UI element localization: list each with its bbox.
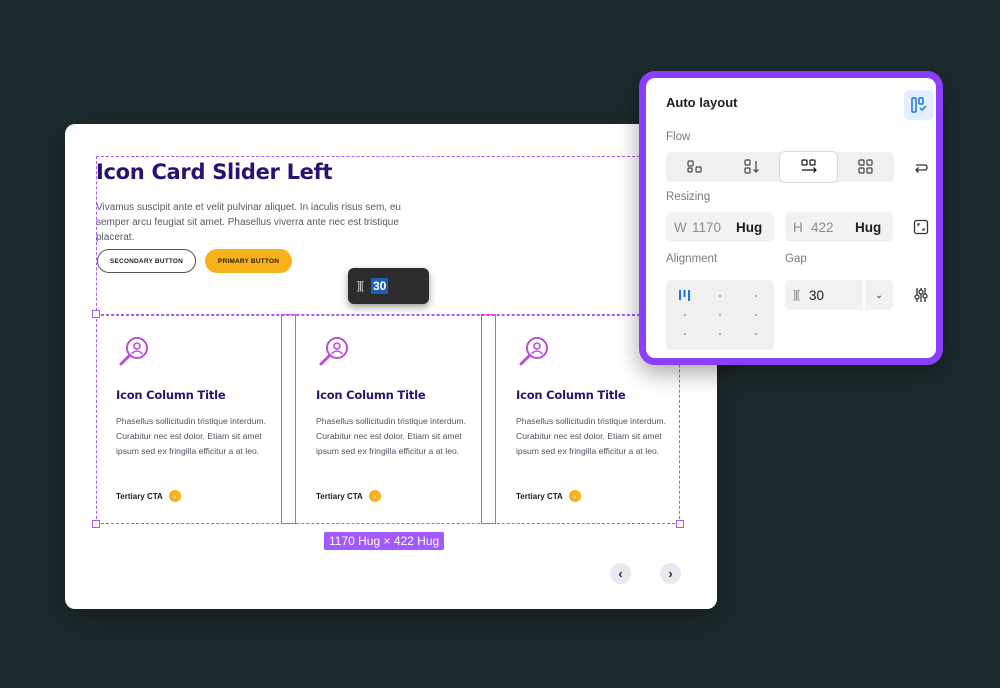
- search-user-icon: [319, 337, 348, 366]
- align-bottom-center-dot[interactable]: [719, 333, 721, 335]
- height-prefix: H: [793, 219, 803, 235]
- align-bottom-left-dot[interactable]: [684, 333, 686, 335]
- align-top-left-icon[interactable]: [678, 289, 692, 303]
- flow-freeform-option[interactable]: [666, 152, 723, 182]
- chevron-right-icon: ›: [168, 490, 181, 502]
- gap-icon: ]|[: [793, 289, 800, 301]
- horizontal-flow-icon: [800, 159, 817, 173]
- resizing-label: Resizing: [666, 191, 711, 203]
- icon-card-1[interactable]: Icon Column Title Phasellus sollicitudin…: [96, 314, 281, 524]
- gap-dropdown[interactable]: ⌄: [865, 280, 893, 310]
- slider-prev-button[interactable]: ‹: [610, 563, 631, 584]
- gap-highlight-2[interactable]: [481, 314, 496, 524]
- card-body: Phasellus sollicitudin tristique interdu…: [116, 416, 266, 456]
- chevron-right-icon: ›: [368, 490, 381, 502]
- card-body: Phasellus sollicitudin tristique interdu…: [316, 416, 466, 456]
- auto-layout-panel: Auto layout Flow Resizing W 1170 Hug H 4…: [639, 71, 943, 365]
- align-middle-left-dot[interactable]: [684, 314, 686, 316]
- freeform-icon: [686, 160, 702, 173]
- flow-grid-option[interactable]: [837, 152, 894, 182]
- advanced-settings-icon[interactable]: [911, 285, 931, 305]
- card-title: Icon Column Title: [316, 388, 426, 402]
- gap-highlight-1[interactable]: [281, 314, 296, 524]
- primary-button[interactable]: PRIMARY BUTTON: [205, 249, 292, 273]
- width-field[interactable]: W 1170 Hug: [666, 212, 774, 242]
- cta-label: Tertiary CTA: [516, 491, 563, 501]
- card-title: Icon Column Title: [116, 388, 226, 402]
- align-middle-right-dot[interactable]: [755, 314, 757, 316]
- width-prefix: W: [674, 219, 687, 235]
- section-description: Vivamus suscipit ante et velit pulvinar …: [96, 202, 401, 243]
- height-mode[interactable]: Hug: [855, 220, 881, 235]
- wrap-icon[interactable]: [911, 158, 931, 178]
- section-title: Icon Card Slider Left: [96, 160, 333, 184]
- height-field[interactable]: H 422 Hug: [785, 212, 893, 242]
- card-title: Icon Column Title: [516, 388, 626, 402]
- slider-next-button[interactable]: ›: [660, 563, 681, 584]
- search-user-icon: [119, 337, 148, 366]
- cta-label: Tertiary CTA: [116, 491, 163, 501]
- width-value[interactable]: 1170: [692, 220, 732, 235]
- tertiary-cta[interactable]: Tertiary CTA ›: [516, 490, 581, 502]
- gap-tooltip[interactable]: ]|[ 30: [348, 268, 429, 304]
- alignment-grid[interactable]: [666, 280, 774, 350]
- flow-vertical-option[interactable]: [723, 152, 780, 182]
- alignment-label: Alignment: [666, 253, 718, 265]
- gap-icon: ]|[: [357, 280, 364, 292]
- panel-title: Auto layout: [666, 95, 738, 110]
- layout-guide-icon: [911, 97, 927, 113]
- flow-label: Flow: [666, 131, 691, 143]
- icon-card-2[interactable]: Icon Column Title Phasellus sollicitudin…: [296, 314, 481, 524]
- align-top-right-dot[interactable]: [755, 295, 757, 297]
- vertical-flow-icon: [743, 159, 759, 174]
- clip-content-icon[interactable]: [911, 217, 931, 237]
- gap-field: ]|[ 30 ⌄: [785, 280, 893, 310]
- gap-label: Gap: [785, 253, 807, 265]
- gap-input[interactable]: ]|[ 30: [785, 280, 863, 310]
- chevron-right-icon: ›: [568, 490, 581, 502]
- layout-guide-toggle[interactable]: [904, 90, 934, 120]
- dimension-label: 1170 Hug × 422 Hug: [324, 532, 445, 550]
- align-middle-center-dot[interactable]: [719, 314, 721, 316]
- flow-segmented-control: [666, 152, 894, 182]
- secondary-button[interactable]: SECONDARY BUTTON: [97, 249, 196, 273]
- tertiary-cta[interactable]: Tertiary CTA ›: [316, 490, 381, 502]
- align-bottom-right-dot[interactable]: [755, 333, 757, 335]
- height-value[interactable]: 422: [811, 220, 851, 235]
- cta-label: Tertiary CTA: [316, 491, 363, 501]
- grid-icon: [857, 159, 873, 174]
- gap-tooltip-value[interactable]: 30: [370, 278, 389, 294]
- gap-value[interactable]: 30: [809, 288, 824, 303]
- search-user-icon: [519, 337, 548, 366]
- flow-horizontal-option[interactable]: [780, 152, 837, 182]
- chevron-down-icon: ⌄: [874, 289, 884, 301]
- align-top-center-dot[interactable]: [719, 295, 721, 297]
- tertiary-cta[interactable]: Tertiary CTA ›: [116, 490, 181, 502]
- card-body: Phasellus sollicitudin tristique interdu…: [516, 416, 666, 456]
- width-mode[interactable]: Hug: [736, 220, 762, 235]
- design-canvas-frame[interactable]: Icon Card Slider Left Vivamus suscipit a…: [65, 124, 717, 609]
